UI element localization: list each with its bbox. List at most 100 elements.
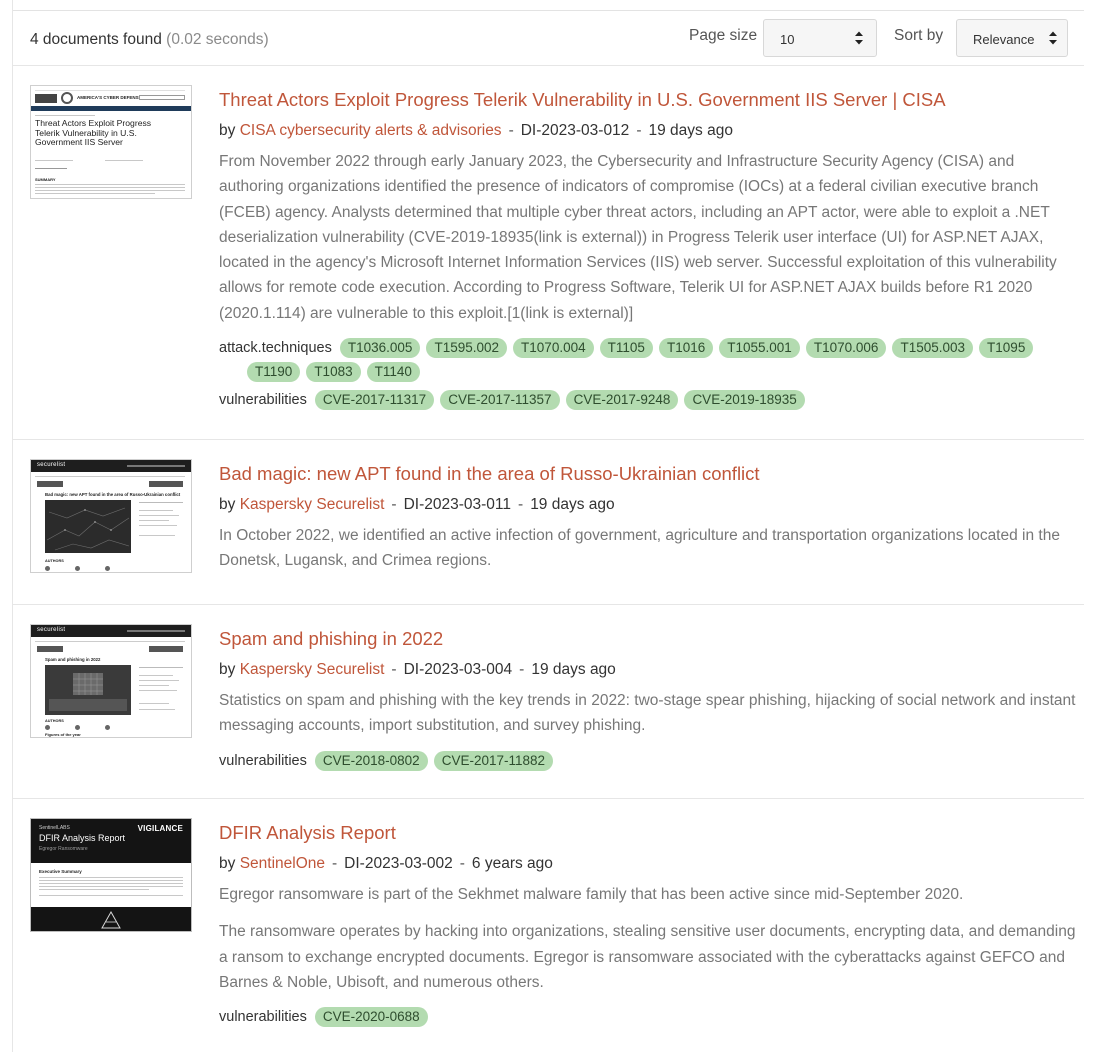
- vulnerability-tag[interactable]: CVE-2020-0688: [314, 1007, 428, 1028]
- result-item: securelist Bad magic: new APT found in t…: [13, 439, 1084, 604]
- results-panel: 4 documents found (0.02 seconds) Page si…: [12, 0, 1084, 1052]
- result-doc-id: DI-2023-03-012: [520, 122, 630, 139]
- result-source-link[interactable]: CISA cybersecurity alerts & advisories: [240, 122, 502, 139]
- sort-by-select[interactable]: Relevance: [956, 19, 1068, 57]
- vulnerability-tag[interactable]: CVE-2018-0802: [314, 750, 428, 771]
- select-arrows-icon: [1048, 30, 1058, 46]
- result-source-link[interactable]: Kaspersky Securelist: [240, 661, 385, 678]
- result-thumbnail[interactable]: SentinelLABS VIGILANCE DFIR Analysis Rep…: [30, 818, 192, 932]
- result-doc-id: DI-2023-03-002: [344, 855, 453, 872]
- thumb-subtitle: Egregor Ransomware: [39, 846, 88, 852]
- by-label: by: [219, 855, 236, 872]
- result-thumbnail[interactable]: securelist Bad magic: new APT found in t…: [30, 459, 192, 573]
- result-thumbnail[interactable]: AMERICA'S CYBER DEFENSE AGENCY Threat Ac…: [30, 85, 192, 199]
- thumb-summary-label: SUMMARY: [35, 177, 56, 182]
- results-list: AMERICA'S CYBER DEFENSE AGENCY Threat Ac…: [13, 65, 1084, 1052]
- result-age: 19 days ago: [531, 661, 616, 678]
- thumb-footer-label: Figures of the year: [45, 732, 81, 737]
- thumb-headline: Spam and phishing in 2022: [45, 657, 101, 662]
- technique-tag[interactable]: T1505.003: [892, 338, 974, 359]
- sort-by-value: Relevance: [973, 32, 1035, 47]
- vulnerabilities-label: vulnerabilities: [219, 752, 307, 769]
- thumb-headline: Threat Actors Exploit Progress Telerik V…: [35, 118, 152, 147]
- triangle-logo-icon: [101, 910, 121, 931]
- result-title-link[interactable]: Spam and phishing in 2022: [219, 627, 1077, 651]
- found-count-text: 4 documents found: [30, 31, 162, 48]
- thumb-mark-text: VIGILANCE: [137, 824, 183, 833]
- by-label: by: [219, 661, 236, 678]
- vulnerability-tag[interactable]: CVE-2017-9248: [565, 390, 679, 411]
- result-body: DFIR Analysis Report by SentinelOne - DI-2…: [219, 821, 1077, 1031]
- vulnerabilities-row: vulnerabilities CVE-2018-0802 CVE-2017-11…: [219, 750, 1077, 775]
- result-doc-id: DI-2023-03-004: [403, 661, 513, 678]
- thumb-logo-text: securelist: [37, 627, 66, 633]
- technique-tag[interactable]: T1095: [979, 338, 1034, 359]
- vulnerability-tag[interactable]: CVE-2017-11357: [440, 390, 560, 411]
- result-meta: by SentinelOne - DI-2023-03-002-6 years ag…: [219, 855, 553, 872]
- thumb-brand-text: SentinelLABS: [39, 825, 70, 831]
- technique-tag[interactable]: T1140: [366, 362, 420, 383]
- vulnerability-tag[interactable]: CVE-2017-11882: [433, 750, 554, 771]
- technique-tag[interactable]: T1070.006: [805, 338, 887, 359]
- result-body: Bad magic: new APT found in the area of …: [219, 462, 1077, 574]
- attack-techniques-row: attack.techniques T1036.005 T1595.002 T10…: [219, 338, 1077, 362]
- result-doc-id: DI-2023-03-011: [403, 496, 512, 513]
- page-size-label: Page size: [689, 27, 758, 44]
- search-time-text: (0.02 seconds): [166, 31, 269, 48]
- technique-tag[interactable]: T1055.001: [719, 338, 800, 359]
- result-title-link[interactable]: Bad magic: new APT found in the area of …: [219, 462, 1077, 486]
- result-body: Threat Actors Exploit Progress Telerik V…: [219, 88, 1077, 414]
- result-description: From November 2022 through early January…: [219, 153, 1057, 322]
- result-item: securelist Spam and phishing in 2022 AUT…: [13, 604, 1084, 798]
- agency-seal-icon: [61, 92, 73, 104]
- result-item: SentinelLABS VIGILANCE DFIR Analysis Rep…: [13, 798, 1084, 1052]
- technique-tag[interactable]: T1083: [306, 362, 361, 383]
- by-label: by: [219, 122, 236, 139]
- select-arrows-icon: [854, 30, 864, 46]
- result-age: 6 years ago: [471, 855, 553, 872]
- vulnerabilities-row: vulnerabilities CVE-2017-11317 CVE-2017-1…: [219, 390, 1077, 414]
- by-label: by: [219, 496, 236, 513]
- result-item: AMERICA'S CYBER DEFENSE AGENCY Threat Ac…: [13, 65, 1084, 439]
- thumb-logo-text: securelist: [37, 462, 66, 468]
- attack-techniques-label: attack.techniques: [219, 340, 332, 357]
- result-title-link[interactable]: DFIR Analysis Report: [219, 821, 1077, 845]
- technique-tag[interactable]: T1190: [247, 362, 301, 383]
- result-age: 19 days ago: [530, 496, 615, 513]
- sort-by-label: Sort by: [894, 27, 944, 44]
- result-meta: by Kaspersky Securelist - DI-2023-03-004-1…: [219, 661, 616, 678]
- attack-techniques-row-wrap: T1190 T1083 T1140: [219, 362, 1077, 386]
- result-source-link[interactable]: SentinelOne: [240, 855, 325, 872]
- page-size-select[interactable]: 10: [763, 19, 877, 57]
- technique-tag[interactable]: T1105: [599, 338, 653, 359]
- thumb-headline: Bad magic: new APT found in the area of …: [45, 492, 181, 497]
- result-age: 19 days ago: [648, 122, 733, 139]
- result-description: Statistics on spam and phishing with the…: [219, 692, 1076, 735]
- thumb-hero-image: [45, 500, 131, 553]
- vulnerabilities-label: vulnerabilities: [219, 392, 307, 409]
- thumb-headline: DFIR Analysis Report: [39, 833, 126, 843]
- thumb-section-label: AUTHORS: [45, 559, 64, 563]
- page-size-value: 10: [780, 32, 795, 47]
- vulnerability-tag[interactable]: CVE-2017-11317: [314, 390, 435, 411]
- result-thumbnail[interactable]: securelist Spam and phishing in 2022 AUT…: [30, 624, 192, 738]
- technique-tag[interactable]: T1595.002: [426, 338, 508, 359]
- result-description: The ransomware operates by hacking into …: [219, 923, 1076, 991]
- vulnerability-tag[interactable]: CVE-2019-18935: [684, 390, 805, 411]
- results-header: 4 documents found (0.02 seconds) Page si…: [13, 11, 1084, 65]
- vulnerabilities-row: vulnerabilities CVE-2020-0688: [219, 1007, 1077, 1031]
- results-count: 4 documents found (0.02 seconds): [30, 31, 269, 49]
- thumb-section-label: Executive Summary: [39, 869, 82, 874]
- technique-tag[interactable]: T1036.005: [339, 338, 421, 359]
- thumb-section-label: AUTHORS: [45, 719, 64, 723]
- vulnerabilities-label: vulnerabilities: [219, 1009, 307, 1026]
- result-body: Spam and phishing in 2022 by Kaspersky S…: [219, 627, 1077, 775]
- result-description: In October 2022, we identified an active…: [219, 527, 1060, 570]
- result-title-link[interactable]: Threat Actors Exploit Progress Telerik V…: [219, 88, 1077, 112]
- result-meta: by CISA cybersecurity alerts & advisorie…: [219, 122, 733, 139]
- result-meta: by Kaspersky Securelist - DI-2023-03-011-1…: [219, 496, 615, 513]
- result-source-link[interactable]: Kaspersky Securelist: [240, 496, 385, 513]
- thumb-hero-image: [45, 665, 131, 715]
- technique-tag[interactable]: T1016: [658, 338, 714, 359]
- technique-tag[interactable]: T1070.004: [513, 338, 594, 359]
